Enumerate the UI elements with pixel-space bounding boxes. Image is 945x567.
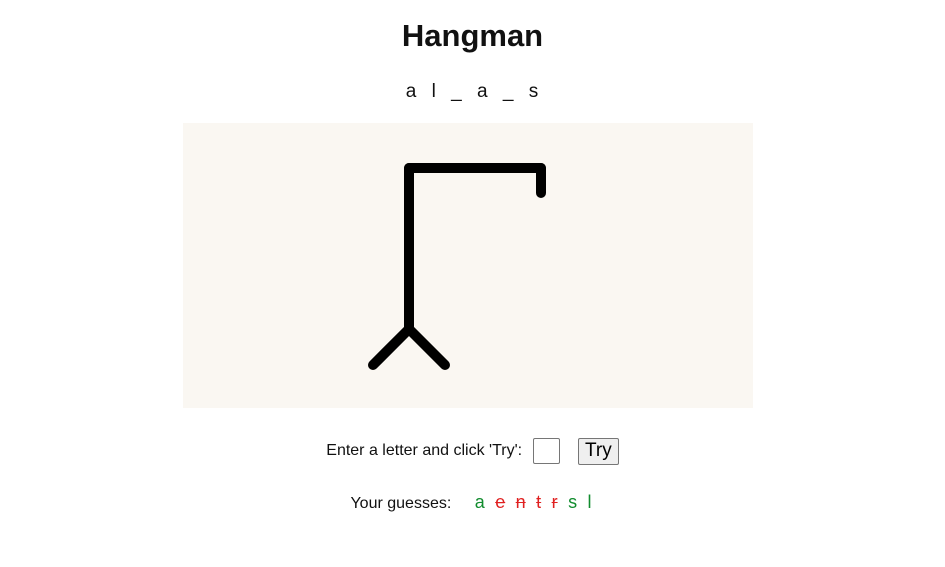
try-button[interactable]: Try — [577, 437, 619, 465]
gallows-board — [183, 123, 753, 408]
word-letter: a — [405, 81, 418, 102]
page-title: Hangman — [401, 18, 544, 53]
gallows-drawing — [368, 163, 546, 370]
word-letter: s — [528, 81, 540, 102]
word-letter: l — [431, 81, 437, 102]
guess-prompt: Enter a letter and click 'Try': — [326, 442, 523, 459]
guess-letter: t — [536, 492, 542, 512]
hangman-page: Hangman a l _ a _ s Enter a letter and c… — [0, 0, 945, 567]
guess-letter: n — [515, 492, 526, 512]
guess-letter: e — [495, 492, 506, 512]
guess-letter: r — [551, 492, 558, 512]
gallows-base — [368, 324, 450, 370]
word-letter: a — [477, 81, 489, 102]
letter-input[interactable] — [532, 438, 560, 464]
word-letter: _ — [502, 81, 515, 102]
guess-controls: Enter a letter and click 'Try': Try — [0, 437, 945, 465]
guess-letter: a — [474, 492, 485, 512]
guess-letter: s — [568, 492, 578, 512]
word-display: a l _ a _ s — [0, 79, 945, 105]
word-letter: _ — [451, 81, 463, 102]
guess-letter: l — [587, 492, 592, 512]
guesses-label: Your guesses: — [350, 495, 452, 512]
guesses-row: Your guesses: a e n t r s l — [0, 490, 945, 516]
